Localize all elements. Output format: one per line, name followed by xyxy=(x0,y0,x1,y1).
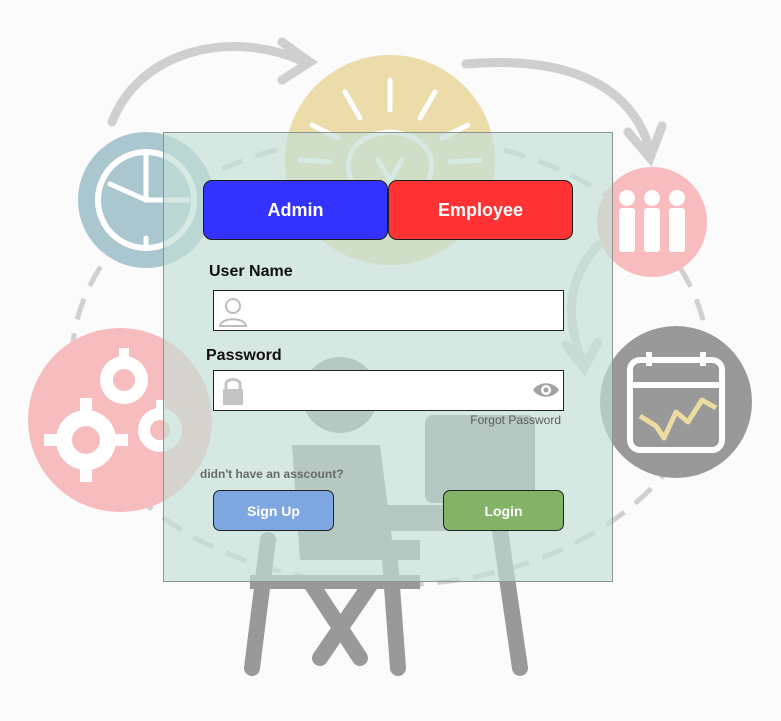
employee-role-button[interactable]: Employee xyxy=(388,180,573,240)
sign-up-button[interactable]: Sign Up xyxy=(213,490,334,531)
username-field[interactable] xyxy=(213,290,564,332)
username-label: User Name xyxy=(209,263,293,280)
lock-icon xyxy=(223,378,243,405)
user-icon xyxy=(218,298,248,327)
calendar-chart-icon xyxy=(600,326,752,478)
login-panel: Admin Employee User Name Password Forgot… xyxy=(163,132,613,582)
password-field[interactable] xyxy=(213,370,564,412)
login-button[interactable]: Login xyxy=(443,490,564,531)
password-label: Password xyxy=(206,347,282,364)
password-input[interactable] xyxy=(250,371,524,412)
username-input[interactable] xyxy=(250,291,524,332)
people-icon xyxy=(597,167,707,277)
forgot-password-link[interactable]: Forgot Password xyxy=(470,413,561,427)
eye-icon[interactable] xyxy=(532,380,560,400)
arrow-top-left xyxy=(107,37,319,127)
signup-hint: didn't have an asscount? xyxy=(200,467,344,481)
admin-role-button[interactable]: Admin xyxy=(203,180,388,240)
